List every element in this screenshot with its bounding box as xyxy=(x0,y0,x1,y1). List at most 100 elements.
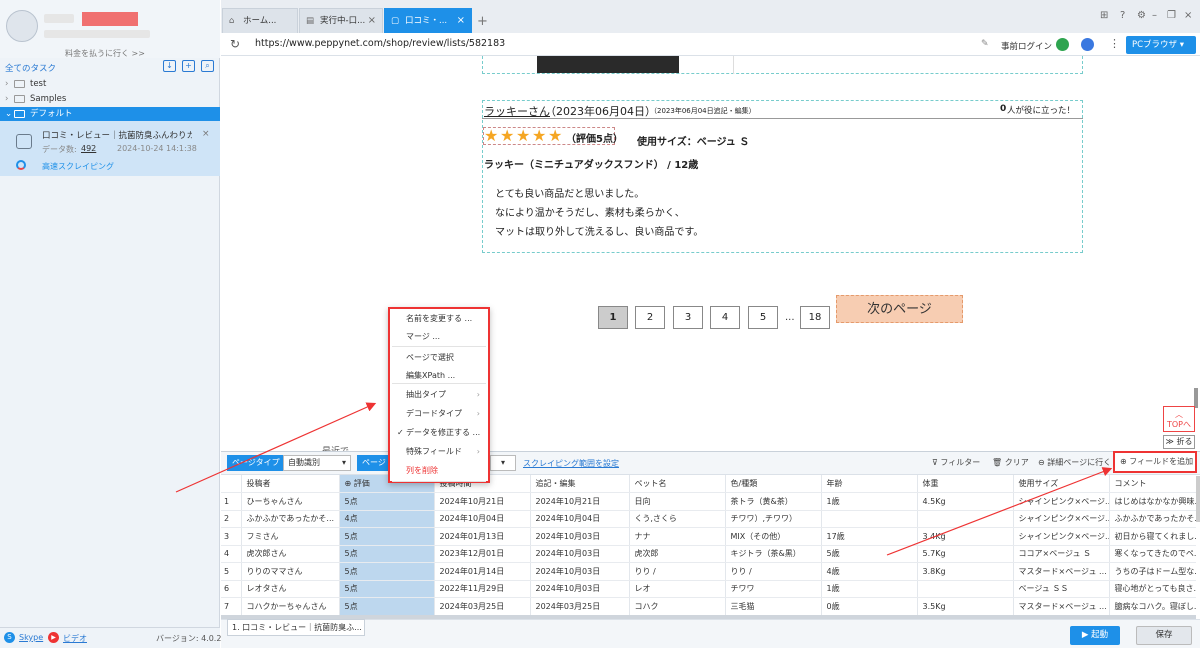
skype-icon[interactable]: S xyxy=(4,632,15,643)
table-cell[interactable]: シャインピンク×ベージ... xyxy=(1013,527,1110,546)
gift-icon[interactable]: ⊞ xyxy=(1100,10,1108,21)
menu-item-rename[interactable]: 名前を変更する ... xyxy=(392,310,486,328)
table-cell[interactable]: ナナ xyxy=(629,527,726,546)
table-cell[interactable]: シャインピンク×ベージ... xyxy=(1013,492,1110,511)
row-number[interactable]: 2 xyxy=(221,510,242,528)
table-row[interactable]: 6 レオタさん 5点 2022年11月29日 2024年10月03日 レオ チワワ 1歳 ベージ… xyxy=(221,580,1196,598)
table-cell[interactable]: 2024年01月13日 xyxy=(434,527,531,546)
table-cell[interactable]: 5点 xyxy=(339,527,435,546)
table-cell[interactable]: 2024年10月03日 xyxy=(530,580,630,598)
close-icon[interactable]: × xyxy=(202,129,210,139)
table-cell[interactable]: 2022年11月29日 xyxy=(434,580,531,598)
menu-item-merge[interactable]: マージ ... xyxy=(392,328,486,346)
table-cell[interactable]: くう,さくら xyxy=(629,510,726,528)
table-cell[interactable]: チワワ）,チワワ） xyxy=(725,510,822,528)
table-vscrollbar[interactable] xyxy=(1196,476,1200,522)
table-cell[interactable] xyxy=(821,510,918,528)
column-header[interactable]: 年齢 xyxy=(821,475,918,493)
table-cell[interactable]: 5歳 xyxy=(821,545,918,563)
table-cell[interactable]: 2024年10月04日 xyxy=(530,510,630,528)
column-header[interactable]: 追記・編集 xyxy=(530,475,630,493)
table-cell[interactable]: MIX（その他） xyxy=(725,527,822,546)
url-field[interactable]: https://www.peppynet.com/shop/review/lis… xyxy=(255,38,505,49)
row-number[interactable]: 6 xyxy=(221,580,242,598)
table-cell[interactable]: ふかふかであったかそ... xyxy=(1109,510,1196,528)
table-cell[interactable]: 4.5Kg xyxy=(917,492,1014,511)
clear-button[interactable]: 🗑 クリア xyxy=(992,457,1029,468)
new-tab-icon[interactable]: + xyxy=(477,14,488,29)
table-cell[interactable]: りり / xyxy=(629,562,726,581)
table-cell[interactable]: ふかふかであったかそ... xyxy=(241,510,340,528)
table-cell[interactable]: 1歳 xyxy=(821,580,918,598)
menu-item-delete-column[interactable]: 列を削除 xyxy=(392,462,486,480)
close-icon[interactable]: × xyxy=(368,9,376,33)
table-cell[interactable]: 5点 xyxy=(339,545,435,563)
page-4[interactable]: 4 xyxy=(710,306,740,329)
table-cell[interactable]: りりのママさん xyxy=(241,562,340,581)
table-cell[interactable]: 17歳 xyxy=(821,527,918,546)
search-task-icon[interactable]: ⌕ xyxy=(201,60,214,72)
table-cell[interactable]: 初日から寝てくれまし... xyxy=(1109,527,1196,546)
page-3[interactable]: 3 xyxy=(673,306,703,329)
extension-icon[interactable] xyxy=(1081,38,1094,51)
web-scrollbar[interactable] xyxy=(1194,388,1198,408)
table-cell[interactable]: 2024年03月25日 xyxy=(530,597,630,615)
table-cell[interactable]: マスタード×ベージュ ... xyxy=(1013,562,1110,581)
skype-link[interactable]: Skype xyxy=(19,633,43,642)
pre-login-button[interactable]: 事前ログイン xyxy=(1001,40,1052,52)
table-cell[interactable]: 茶トラ（黄&茶） xyxy=(725,492,822,511)
table-cell[interactable]: チワワ xyxy=(725,580,822,598)
column-header[interactable]: ペット名 xyxy=(629,475,726,493)
table-cell[interactable]: 5点 xyxy=(339,492,435,511)
table-cell[interactable]: 1歳 xyxy=(821,492,918,511)
table-cell[interactable]: 臆病なコハク。寝ぼし... xyxy=(1109,597,1196,615)
column-header[interactable]: 使用サイズ xyxy=(1013,475,1110,493)
column-header[interactable]: 色/種類 xyxy=(725,475,822,493)
table-cell[interactable]: 寝心地がとっても良さ... xyxy=(1109,580,1196,598)
table-cell[interactable]: 5点 xyxy=(339,580,435,598)
table-cell[interactable]: 2024年03月25日 xyxy=(434,597,531,615)
page-last[interactable]: 18 xyxy=(800,306,830,329)
table-cell[interactable]: 2024年10月03日 xyxy=(530,527,630,546)
row-number[interactable]: 3 xyxy=(221,527,242,546)
table-cell[interactable]: 2024年10月04日 xyxy=(434,510,531,528)
table-cell[interactable]: うちの子はドーム型な... xyxy=(1109,562,1196,581)
page-2[interactable]: 2 xyxy=(635,306,665,329)
upgrade-link[interactable]: 料金を払うに行く >> xyxy=(30,48,180,59)
table-cell[interactable]: ベージュ ＳＳ xyxy=(1013,580,1110,598)
table-cell[interactable]: ココア×ベージュ Ｓ xyxy=(1013,545,1110,563)
table-cell[interactable]: 5点 xyxy=(339,562,435,581)
fold-button[interactable]: ≫ 折る xyxy=(1163,435,1195,449)
table-cell[interactable]: 2024年01月14日 xyxy=(434,562,531,581)
table-cell[interactable]: レオタさん xyxy=(241,580,340,598)
restore-icon[interactable]: ❐ xyxy=(1167,10,1176,21)
video-link[interactable]: ビデオ xyxy=(63,633,87,644)
table-cell[interactable]: キジトラ（茶&黒） xyxy=(725,545,822,563)
menu-item-decode-type[interactable]: デコードタイプ › xyxy=(392,405,486,423)
gear-icon[interactable]: ⚙ xyxy=(1137,10,1146,21)
tree-item-samples[interactable]: › Samples xyxy=(0,92,220,107)
scrape-scope-link[interactable]: スクレイピング範囲を設定 xyxy=(523,458,619,469)
column-header[interactable]: 体重 xyxy=(917,475,1014,493)
more-icon[interactable]: ⋮ xyxy=(1109,37,1120,50)
menu-item-modify-data[interactable]: ✓ データを修正する ... xyxy=(392,424,486,442)
table-cell[interactable]: コハク xyxy=(629,597,726,615)
table-cell[interactable]: 日向 xyxy=(629,492,726,511)
table-row[interactable]: 3 フミさん 5点 2024年01月13日 2024年10月03日 ナナ MIX（その他） 1… xyxy=(221,527,1196,546)
new-task-icon[interactable]: + xyxy=(182,60,195,72)
help-icon[interactable]: ? xyxy=(1120,10,1125,21)
tree-item-default[interactable]: ⌄ デフォルト xyxy=(0,107,220,122)
column-header[interactable] xyxy=(221,475,242,493)
menu-item-extract-type[interactable]: 抽出タイプ › xyxy=(392,386,486,404)
table-cell[interactable]: 0歳 xyxy=(821,597,918,615)
pencil-icon[interactable]: ✎ xyxy=(981,39,989,49)
table-row[interactable]: 5 りりのママさん 5点 2024年01月14日 2024年10月03日 りり / りり /… xyxy=(221,562,1196,581)
table-cell[interactable]: シャインピンク×ベージ... xyxy=(1013,510,1110,528)
table-cell[interactable]: ひーちゃんさん xyxy=(241,492,340,511)
column-header[interactable]: コメント xyxy=(1109,475,1196,493)
tab-review[interactable]: ▢ 口コミ・... × xyxy=(384,8,472,33)
save-button[interactable]: 保存 xyxy=(1136,626,1192,645)
table-cell[interactable]: レオ xyxy=(629,580,726,598)
menu-item-select-on-page[interactable]: ページで選択 xyxy=(392,349,486,367)
table-row[interactable]: 1 ひーちゃんさん 5点 2024年10月21日 2024年10月21日 日向 茶トラ（黄&… xyxy=(221,492,1196,511)
